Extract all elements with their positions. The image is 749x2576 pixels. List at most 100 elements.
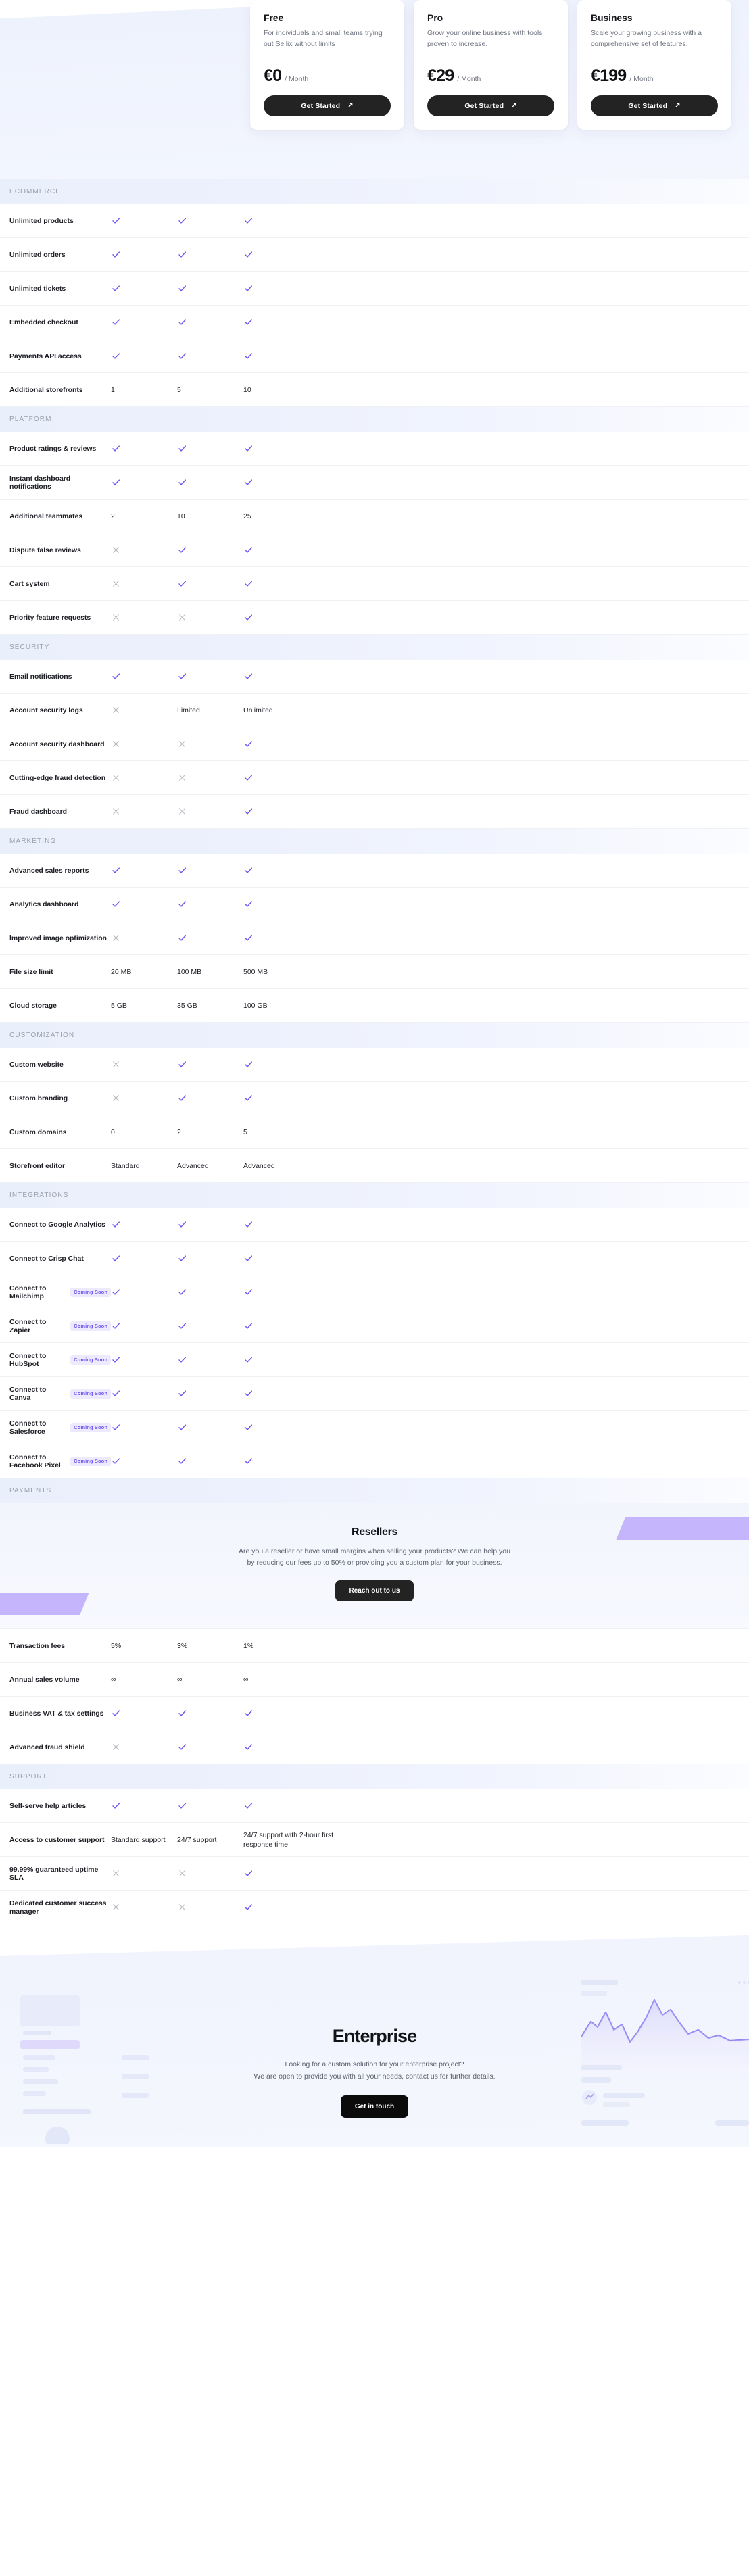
get-in-touch-button[interactable]: Get in touch: [340, 2095, 409, 2118]
feature-label: Cart system: [0, 580, 111, 588]
table-row: Connect to Mailchimp Coming Soon: [0, 1275, 749, 1309]
cell-value-text: Unlimited: [243, 706, 273, 714]
cell-value-text: Standard: [111, 1161, 140, 1170]
check-icon: [243, 1708, 253, 1718]
cell-business: [243, 477, 345, 487]
cross-icon: [111, 739, 121, 749]
feature-label: Storefront editor: [0, 1162, 111, 1170]
cell-free: [111, 579, 177, 589]
cell-value-text: Advanced: [243, 1161, 275, 1170]
feature-label-text: Payments API access: [9, 351, 82, 360]
feature-label-text: Instant dashboard notifications: [9, 474, 71, 491]
check-icon: [177, 899, 187, 909]
table-row: Dispute false reviews: [0, 533, 749, 567]
table-row: Additional storefronts 1 5 10: [0, 373, 749, 407]
check-icon: [243, 865, 253, 875]
check-icon: [243, 1388, 253, 1399]
check-icon: [243, 545, 253, 555]
cell-business: [243, 1287, 345, 1297]
cell-business: [243, 1355, 345, 1365]
cell-value-text: 10: [243, 385, 251, 394]
table-row: Additional teammates 2 10 25: [0, 500, 749, 533]
cell-pro: [177, 1742, 243, 1752]
cell-business: [243, 1422, 345, 1432]
table-row: Connect to Canva Coming Soon: [0, 1377, 749, 1411]
cell-pro: [177, 443, 243, 454]
feature-label-text: Unlimited orders: [9, 250, 66, 259]
table-row: Unlimited products: [0, 204, 749, 238]
check-icon: [243, 249, 253, 260]
check-icon: [177, 579, 187, 589]
check-icon: [243, 1801, 253, 1811]
feature-label: Custom branding: [0, 1094, 111, 1102]
check-icon: [111, 1422, 121, 1432]
cell-business: [243, 1456, 345, 1466]
table-row: Advanced sales reports: [0, 854, 749, 888]
cross-icon: [111, 1059, 121, 1069]
check-icon: [177, 477, 187, 487]
cell-pro: [177, 806, 243, 817]
feature-label-text: Cart system: [9, 579, 50, 588]
feature-label: Connect to Google Analytics: [0, 1221, 111, 1229]
cell-value-text: 100 GB: [243, 1001, 268, 1010]
cell-value-text: ∞: [177, 1675, 183, 1684]
cell-free: 5 GB: [111, 1001, 177, 1011]
cell-pro: 100 MB: [177, 967, 243, 977]
cell-business: 5: [243, 1127, 345, 1137]
check-icon: [177, 933, 187, 943]
cell-business: [243, 1902, 345, 1912]
table-row: Account security logs Limited Unlimited: [0, 694, 749, 727]
feature-label: Unlimited tickets: [0, 285, 111, 293]
get-started-button[interactable]: Get Started ↗: [264, 95, 391, 116]
cell-value-text: 500 MB: [243, 967, 268, 976]
coming-soon-badge: Coming Soon: [70, 1355, 111, 1365]
cell-free: 0: [111, 1127, 177, 1137]
cell-pro: [177, 739, 243, 749]
table-row: Connect to Google Analytics: [0, 1208, 749, 1242]
plan-card-business: Business Scale your growing business with…: [577, 0, 731, 130]
plan-price-period: / Month: [629, 75, 654, 83]
feature-label-text: Unlimited products: [9, 216, 74, 225]
feature-label: Additional storefronts: [0, 386, 111, 394]
cell-value-text: 24/7 support with 2-hour first response …: [243, 1830, 334, 1849]
cell-free: [111, 1801, 177, 1811]
cell-value-text: 2: [111, 512, 115, 520]
cell-business: Unlimited: [243, 706, 345, 715]
resellers-banner: Resellers Are you a reseller or have smal…: [0, 1503, 749, 1629]
feature-label-text: Connect to Canva: [9, 1385, 47, 1402]
cross-icon: [111, 1742, 121, 1752]
cell-value-text: 24/7 support: [177, 1835, 217, 1844]
feature-label-text: Improved image optimization: [9, 933, 107, 942]
section-header-platform: PLATFORM: [0, 407, 749, 432]
plan-price: €0/ Month: [264, 66, 391, 86]
feature-label: Connect to Crisp Chat: [0, 1255, 111, 1263]
check-icon: [243, 933, 253, 943]
plan-card-pro: Pro Grow your online business with tools …: [414, 0, 568, 130]
cell-pro: [177, 283, 243, 293]
feature-label-text: Connect to Crisp Chat: [9, 1254, 84, 1263]
cell-business: [243, 933, 345, 943]
feature-label: Fraud dashboard: [0, 808, 111, 816]
cross-icon: [111, 1868, 121, 1878]
section-header-payments: PAYMENTS: [0, 1478, 749, 1503]
cell-pro: [177, 351, 243, 361]
table-row: Analytics dashboard: [0, 888, 749, 921]
cell-business: 500 MB: [243, 967, 345, 977]
feature-label: Connect to Canva Coming Soon: [0, 1386, 111, 1402]
reach-out-to-us-button[interactable]: Reach out to us: [335, 1580, 414, 1601]
section-header-integrations: INTEGRATIONS: [0, 1183, 749, 1208]
feature-label: Connect to Salesforce Coming Soon: [0, 1419, 111, 1436]
cell-free: [111, 739, 177, 749]
check-icon: [177, 1059, 187, 1069]
cell-value-text: 20 MB: [111, 967, 132, 976]
check-icon: [177, 1422, 187, 1432]
cell-pro: [177, 1422, 243, 1432]
check-icon: [177, 1801, 187, 1811]
cell-pro: [177, 579, 243, 589]
section-header-marketing: MARKETING: [0, 829, 749, 854]
plan-price: €199/ Month: [591, 66, 718, 86]
get-started-button[interactable]: Get Started ↗: [427, 95, 554, 116]
check-icon: [111, 477, 121, 487]
table-row: Self-serve help articles: [0, 1789, 749, 1823]
get-started-button[interactable]: Get Started ↗: [591, 95, 718, 116]
